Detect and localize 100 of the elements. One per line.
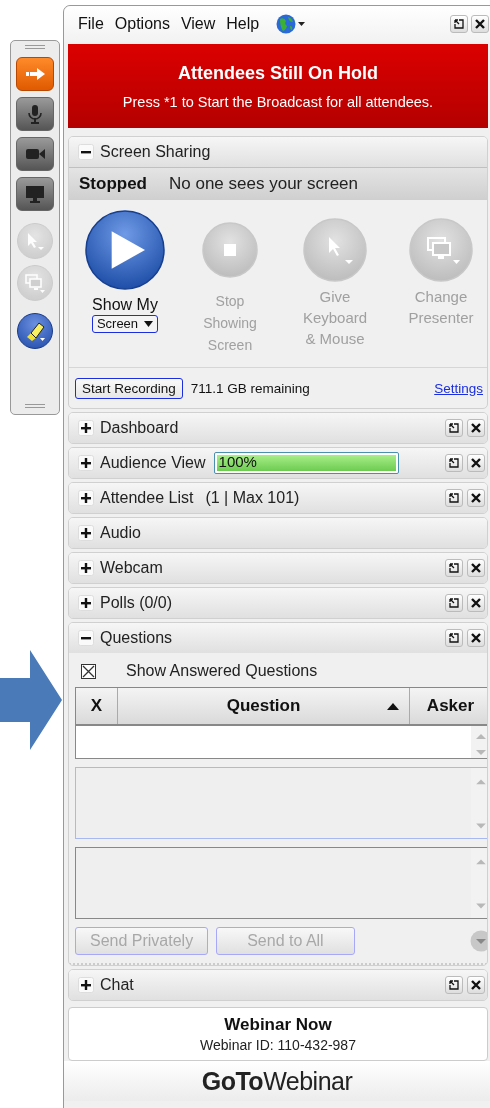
banner-title: Attendees Still On Hold [178, 62, 378, 84]
logo: GoToWebinar [201, 1066, 353, 1096]
section-header[interactable]: Attendee List (1 | Max 101) [69, 483, 487, 513]
action-label: Change Presenter [408, 287, 474, 328]
caret-icon [298, 22, 306, 26]
action-label: Give Keyboard & Mouse [302, 287, 368, 349]
column-header[interactable]: Question [118, 688, 410, 724]
grip-icon [25, 45, 45, 51]
action-label: Show My [92, 295, 158, 315]
close-icon [475, 19, 485, 29]
collapse-icon[interactable] [78, 144, 94, 160]
storage-remaining: 711.1 GB remaining [190, 380, 310, 396]
section-header[interactable]: Dashboard [69, 413, 487, 443]
close-icon [471, 563, 481, 573]
collapse-icon[interactable] [78, 630, 94, 646]
section-title: Questions [100, 629, 173, 647]
menu-item[interactable]: Help [226, 15, 260, 33]
close-button[interactable] [467, 419, 485, 437]
menu-item[interactable]: View [180, 15, 216, 33]
section-header[interactable]: Screen Sharing [69, 137, 487, 167]
attendee-count: (1 | Max 101) [205, 489, 300, 507]
toolbar-button[interactable] [16, 97, 54, 131]
section-header[interactable]: Questions [69, 623, 487, 653]
globe-icon [276, 14, 297, 34]
column-header[interactable]: Asker [410, 688, 487, 724]
popout-icon [449, 980, 459, 990]
close-button[interactable] [467, 629, 485, 647]
popout-button[interactable] [445, 629, 463, 647]
close-icon [471, 598, 481, 608]
popout-button[interactable] [445, 559, 463, 577]
expand-icon[interactable] [78, 525, 94, 541]
language-menu[interactable] [276, 14, 306, 34]
expand-icon[interactable] [78, 595, 94, 611]
popout-icon [449, 423, 459, 433]
webinar-title: Webinar Now [224, 1015, 332, 1035]
arrow-icon [24, 66, 46, 82]
section-title: Audio [100, 524, 141, 542]
section-title: Webcam [100, 559, 163, 577]
popout-icon [449, 633, 459, 643]
collapse-panel-button[interactable] [16, 57, 54, 91]
expand-icon[interactable] [78, 560, 94, 576]
toolbar-button[interactable] [17, 313, 53, 349]
menu-item[interactable]: File [78, 15, 104, 33]
action-label: Stop Showing Screen [203, 292, 257, 355]
popout-icon [449, 493, 459, 503]
play-button[interactable] [85, 210, 165, 290]
close-icon [471, 633, 481, 643]
monitor-icon [26, 185, 44, 203]
screen-dropdown[interactable]: Screen [91, 315, 159, 333]
close-button[interactable] [471, 15, 489, 33]
close-button[interactable] [467, 976, 485, 994]
close-button[interactable] [467, 594, 485, 612]
popout-icon [449, 598, 459, 608]
section-header[interactable]: Audio [69, 518, 487, 548]
close-icon [471, 458, 481, 468]
section-header[interactable]: Polls (0/0) [69, 588, 487, 618]
start-recording-button[interactable]: Start Recording [75, 377, 183, 399]
expand-button[interactable] [470, 930, 487, 952]
popout-icon [449, 563, 459, 573]
popout-button[interactable] [450, 15, 468, 33]
close-icon [471, 493, 481, 503]
close-icon [471, 980, 481, 990]
banner-message: Press *1 to Start the Broadcast for all attendees. [122, 93, 434, 110]
progress-value: 100% [218, 453, 257, 471]
section-header[interactable]: Chat [69, 970, 487, 1000]
popout-button[interactable] [445, 976, 463, 994]
close-button[interactable] [467, 489, 485, 507]
popout-button[interactable] [445, 454, 463, 472]
popout-button[interactable] [445, 594, 463, 612]
checkbox-label: Show Answered Questions [126, 662, 318, 680]
close-button[interactable] [467, 454, 485, 472]
toolbar-button[interactable] [16, 177, 54, 211]
cursor-icon [25, 231, 45, 251]
expand-icon[interactable] [78, 455, 94, 471]
menu-item[interactable]: Options [114, 15, 170, 33]
answer-field[interactable] [75, 767, 487, 839]
grip-icon [25, 404, 45, 410]
popout-button[interactable] [445, 419, 463, 437]
close-button[interactable] [467, 559, 485, 577]
column-header[interactable]: X [76, 688, 118, 724]
section-header[interactable]: Webcam [69, 553, 487, 583]
sort-icon [387, 703, 399, 710]
webinar-id: Webinar ID: 110-432-987 [200, 1037, 356, 1053]
settings-link[interactable]: Settings [434, 380, 483, 396]
toolbar-button[interactable] [16, 137, 54, 171]
expand-icon[interactable] [78, 490, 94, 506]
video-camera-icon [25, 147, 45, 161]
popout-icon [449, 458, 459, 468]
expand-icon[interactable] [78, 420, 94, 436]
section-title: Polls (0/0) [100, 594, 173, 612]
popout-icon [454, 19, 464, 29]
expand-icon[interactable] [78, 977, 94, 993]
popout-button[interactable] [445, 489, 463, 507]
section-title: Chat [100, 976, 134, 994]
section-title: Attendee List [100, 489, 194, 507]
caret-icon [144, 321, 154, 327]
section-title: Dashboard [100, 419, 179, 437]
section-header[interactable]: Audience View 100% [69, 448, 487, 478]
close-icon [471, 423, 481, 433]
checkbox[interactable] [81, 663, 96, 679]
